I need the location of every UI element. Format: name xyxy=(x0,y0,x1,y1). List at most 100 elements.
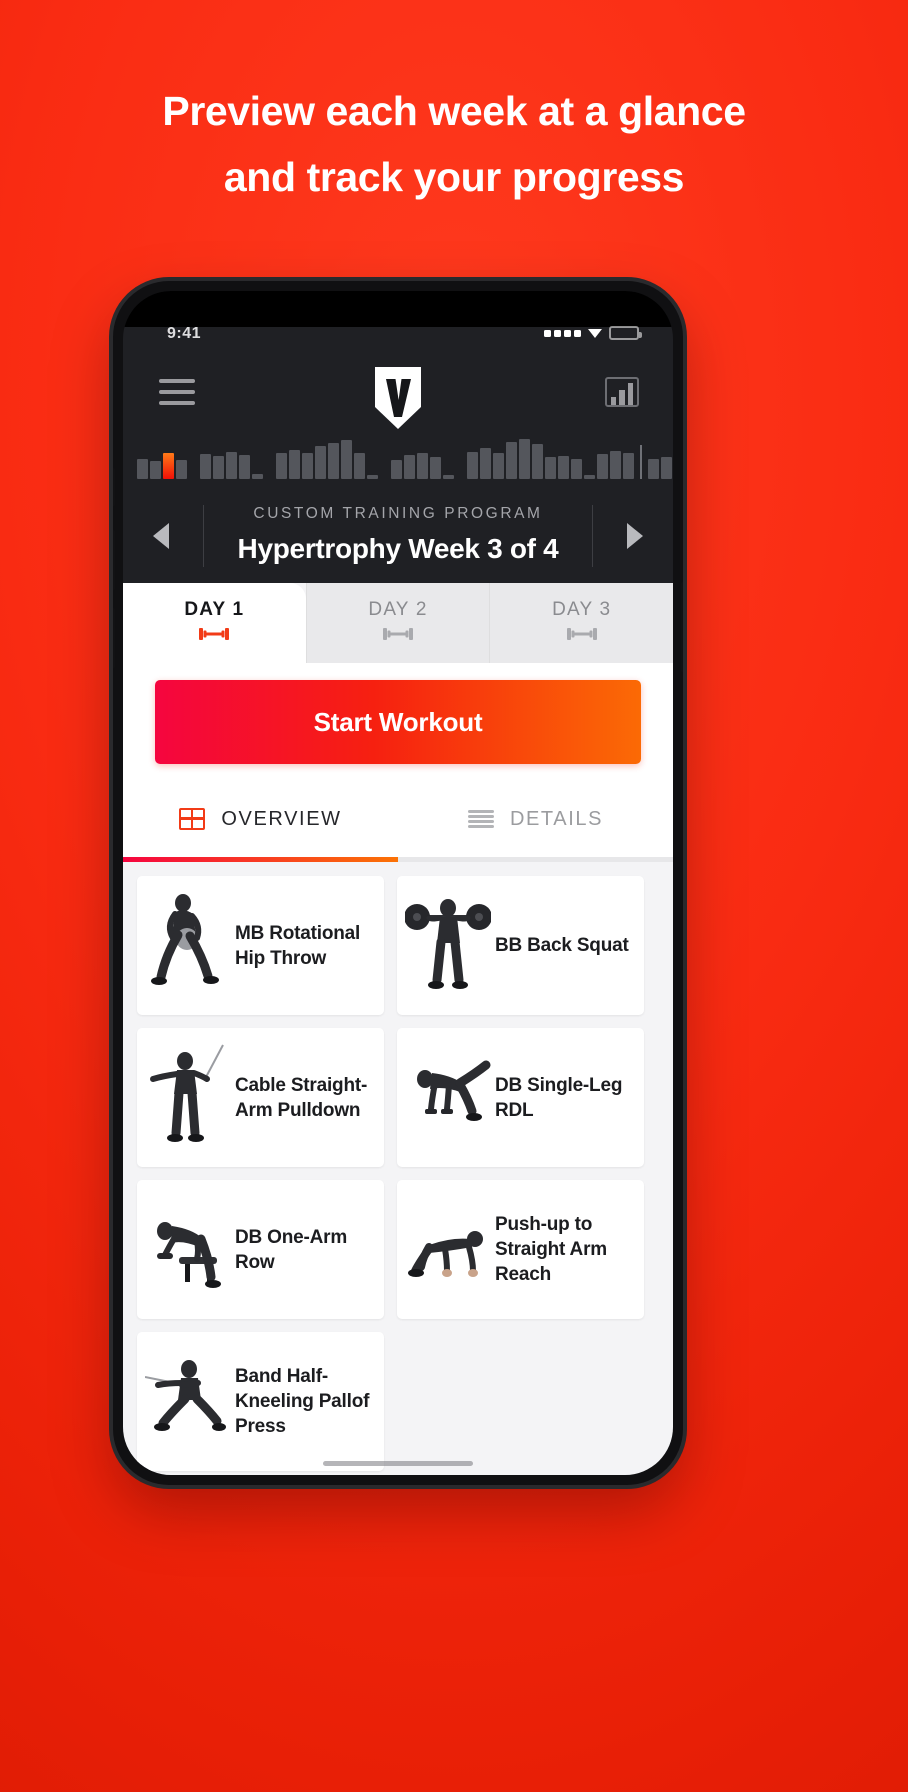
wifi-icon xyxy=(588,328,602,338)
histogram-bar xyxy=(239,455,250,479)
histogram-bar xyxy=(315,445,326,479)
histogram-bar xyxy=(467,451,478,479)
exercise-thumbnail-icon xyxy=(405,1039,491,1157)
phone-notch xyxy=(300,291,496,321)
grid-table-icon xyxy=(179,808,206,830)
exercise-thumbnail-icon xyxy=(405,887,491,1005)
status-bar: 9:41 xyxy=(123,319,673,353)
histogram-bar xyxy=(213,456,224,479)
exercise-card[interactable]: DB One-Arm Row xyxy=(137,1180,384,1319)
histogram-bar xyxy=(150,460,161,479)
histogram-bar xyxy=(610,450,621,479)
histogram-bar xyxy=(328,442,339,479)
histogram-bar xyxy=(289,449,300,479)
hamburger-menu-icon[interactable] xyxy=(159,379,195,405)
histogram-bar xyxy=(176,459,187,479)
histogram-bar xyxy=(276,453,287,479)
histogram-bar xyxy=(367,474,378,479)
tab-overview[interactable]: OVERVIEW xyxy=(123,781,398,857)
week-title: Hypertrophy Week 3 of 4 xyxy=(237,533,559,564)
histogram-bar xyxy=(623,453,634,479)
histogram-bar xyxy=(341,440,352,479)
histogram-bar xyxy=(506,442,517,479)
dumbbell-icon xyxy=(383,626,413,647)
tab-overview-label: OVERVIEW xyxy=(221,807,342,830)
home-indicator xyxy=(323,1461,473,1466)
program-kicker: CUSTOM TRAINING PROGRAM xyxy=(253,505,543,522)
histogram-bar xyxy=(648,458,659,479)
exercise-name: MB Rotational Hip Throw xyxy=(235,922,361,969)
exercise-thumbnail-icon xyxy=(145,1039,231,1157)
exercise-card[interactable]: DB Single-Leg RDL xyxy=(397,1028,644,1167)
day-tab-2[interactable]: DAY 2 xyxy=(305,583,490,663)
battery-icon xyxy=(609,326,642,340)
histogram-bar xyxy=(404,455,415,479)
phone-volume-up-button xyxy=(113,529,115,591)
weekly-volume-histogram[interactable] xyxy=(123,435,673,489)
histogram-bar xyxy=(354,452,365,479)
promo-headline: Preview each week at a glance and track … xyxy=(0,78,908,210)
histogram-bar xyxy=(252,473,263,479)
histogram-bar xyxy=(519,439,530,479)
phone-mute-switch xyxy=(113,467,115,507)
status-bar-time: 9:41 xyxy=(167,325,202,342)
histogram-bar xyxy=(480,448,491,479)
histogram-bar xyxy=(226,451,237,479)
histogram-bar xyxy=(391,459,402,479)
histogram-bar xyxy=(597,454,608,479)
day-tab-3[interactable]: DAY 3 xyxy=(489,583,673,663)
exercise-card[interactable]: Push-up to Straight Arm Reach xyxy=(397,1180,644,1319)
phone-power-button xyxy=(681,581,683,673)
status-bar-indicators xyxy=(544,326,642,340)
histogram-bar xyxy=(545,457,556,479)
exercise-card[interactable]: MB Rotational Hip Throw xyxy=(137,876,384,1015)
promo-headline-line-1: Preview each week at a glance xyxy=(162,88,746,134)
week-selector: CUSTOM TRAINING PROGRAM Hypertrophy Week… xyxy=(123,489,673,583)
day-tab-bar: DAY 1 DAY 2 DAY 3 xyxy=(123,583,673,663)
dumbbell-icon xyxy=(566,626,597,647)
exercise-card[interactable]: BB Back Squat xyxy=(397,876,644,1015)
exercise-grid[interactable]: MB Rotational Hip Throw BB Back Squat Ca xyxy=(123,862,673,1475)
histogram-bar xyxy=(417,452,428,479)
content-sheet: DAY 1 DAY 2 DAY 3 Start Workout OVERVIEW D… xyxy=(123,583,673,1475)
start-workout-area: Start Workout xyxy=(123,663,673,781)
exercise-thumbnail-icon xyxy=(405,1191,491,1309)
histogram-separator xyxy=(640,445,642,479)
histogram-bar xyxy=(443,475,454,479)
histogram-bar xyxy=(302,452,313,479)
exercise-name: BB Back Squat xyxy=(495,935,629,956)
dumbbell-icon xyxy=(199,626,230,647)
exercise-thumbnail-icon xyxy=(145,887,231,1005)
exercise-card[interactable]: Cable Straight-Arm Pulldown xyxy=(137,1028,384,1167)
exercise-name: Push-up to Straight Arm Reach xyxy=(495,1214,607,1285)
exercise-card[interactable]: Band Half-Kneeling Pallof Press xyxy=(137,1332,384,1471)
bar-chart-icon[interactable] xyxy=(605,377,639,407)
tab-details[interactable]: DETAILS xyxy=(398,781,673,857)
histogram-bar xyxy=(200,454,211,479)
shield-v-logo-icon xyxy=(371,367,425,429)
histogram-bar xyxy=(571,458,582,479)
phone-screen: 9:41 CUSTOM TRAINING PROGRAM Hypertrophy… xyxy=(123,291,673,1475)
exercise-thumbnail-icon xyxy=(145,1191,231,1309)
histogram-bar xyxy=(137,458,148,479)
promo-headline-line-2: and track your progress xyxy=(223,154,685,200)
exercise-name: DB Single-Leg RDL xyxy=(495,1074,623,1121)
histogram-bar xyxy=(558,456,569,479)
histogram-bar xyxy=(532,443,543,479)
phone-volume-down-button xyxy=(113,607,115,669)
histogram-bar xyxy=(493,453,504,479)
tab-details-label: DETAILS xyxy=(509,807,604,830)
day-tab-label: DAY 2 xyxy=(368,599,428,620)
start-workout-button[interactable]: Start Workout xyxy=(155,680,641,764)
histogram-bar xyxy=(430,457,441,479)
histogram-bar xyxy=(584,475,595,479)
list-lines-icon xyxy=(467,810,494,828)
phone-mockup: 9:41 CUSTOM TRAINING PROGRAM Hypertrophy… xyxy=(113,281,683,1485)
exercise-thumbnail-icon xyxy=(145,1343,231,1461)
exercise-name: Band Half-Kneeling Pallof Press xyxy=(235,1366,370,1437)
exercise-name: Cable Straight-Arm Pulldown xyxy=(235,1074,368,1121)
histogram-bar-current xyxy=(163,452,174,479)
day-tab-1[interactable]: DAY 1 xyxy=(123,583,306,663)
exercise-name: DB One-Arm Row xyxy=(235,1226,348,1273)
histogram-bar xyxy=(661,457,672,479)
